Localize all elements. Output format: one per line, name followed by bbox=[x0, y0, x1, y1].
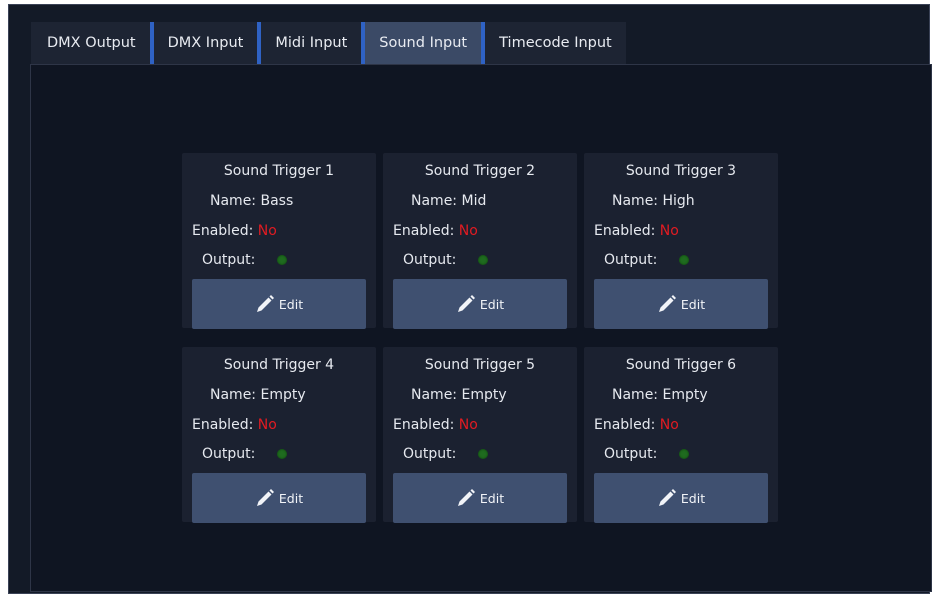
edit-button-label: Edit bbox=[680, 296, 706, 312]
tab-midi-input[interactable]: Midi Input bbox=[257, 22, 362, 64]
sound-trigger-card: Sound Trigger 3 Name: High Enabled: No O… bbox=[584, 153, 778, 329]
name-label: Name: bbox=[411, 387, 462, 403]
edit-button[interactable]: Edit bbox=[594, 473, 768, 523]
trigger-name-row: Name: High bbox=[612, 193, 695, 209]
trigger-enabled-row: Enabled: No bbox=[594, 417, 679, 433]
enabled-status-value: No bbox=[257, 223, 277, 239]
trigger-output-row: Output: bbox=[202, 446, 288, 462]
edit-button[interactable]: Edit bbox=[594, 279, 768, 329]
enabled-status-value: No bbox=[659, 417, 679, 433]
name-label: Name: bbox=[210, 193, 261, 209]
enabled-label: Enabled: bbox=[192, 417, 258, 433]
trigger-name-row: Name: Mid bbox=[411, 193, 486, 209]
name-label: Name: bbox=[210, 387, 261, 403]
status-led-icon bbox=[277, 255, 288, 265]
output-label: Output: bbox=[403, 446, 457, 462]
trigger-title: Sound Trigger 6 bbox=[625, 357, 737, 373]
trigger-name-row: Name: Empty bbox=[411, 387, 507, 403]
trigger-name-value: High bbox=[662, 193, 695, 209]
trigger-title: Sound Trigger 3 bbox=[625, 163, 737, 179]
pencil-icon bbox=[457, 295, 475, 312]
trigger-name-value: Bass bbox=[260, 193, 294, 209]
trigger-title: Sound Trigger 2 bbox=[424, 163, 536, 179]
status-led-icon bbox=[679, 449, 690, 459]
app-window: DMX Output DMX Input Midi Input Sound In… bbox=[8, 4, 932, 594]
edit-button[interactable]: Edit bbox=[192, 279, 366, 329]
pencil-icon bbox=[256, 489, 274, 506]
sound-trigger-card: Sound Trigger 1 Name: Bass Enabled: No O… bbox=[182, 153, 376, 329]
output-label: Output: bbox=[403, 252, 457, 268]
output-label: Output: bbox=[202, 446, 256, 462]
sound-trigger-card: Sound Trigger 5 Name: Empty Enabled: No … bbox=[383, 347, 577, 523]
enabled-label: Enabled: bbox=[192, 223, 258, 239]
trigger-name-value: Empty bbox=[461, 387, 507, 403]
trigger-title: Sound Trigger 1 bbox=[223, 163, 335, 179]
edit-button[interactable]: Edit bbox=[393, 279, 567, 329]
edit-button-label: Edit bbox=[278, 490, 304, 506]
enabled-status-value: No bbox=[458, 417, 478, 433]
trigger-output-row: Output: bbox=[403, 252, 489, 268]
trigger-enabled-row: Enabled: No bbox=[594, 223, 679, 239]
name-label: Name: bbox=[612, 387, 663, 403]
trigger-name-value: Empty bbox=[260, 387, 306, 403]
sound-trigger-card: Sound Trigger 6 Name: Empty Enabled: No … bbox=[584, 347, 778, 523]
tab-dmx-input[interactable]: DMX Input bbox=[149, 22, 258, 64]
pencil-icon bbox=[457, 489, 475, 506]
edit-button-label: Edit bbox=[479, 296, 505, 312]
edit-button[interactable]: Edit bbox=[192, 473, 366, 523]
status-led-icon bbox=[277, 449, 288, 459]
trigger-output-row: Output: bbox=[403, 446, 489, 462]
trigger-name-row: Name: Empty bbox=[210, 387, 306, 403]
edit-button-label: Edit bbox=[680, 490, 706, 506]
output-label: Output: bbox=[604, 446, 658, 462]
sound-trigger-card: Sound Trigger 4 Name: Empty Enabled: No … bbox=[182, 347, 376, 523]
tab-timecode-input[interactable]: Timecode Input bbox=[481, 22, 626, 64]
name-label: Name: bbox=[612, 193, 663, 209]
sound-trigger-card: Sound Trigger 2 Name: Mid Enabled: No Ou… bbox=[383, 153, 577, 329]
enabled-label: Enabled: bbox=[393, 223, 459, 239]
edit-button-label: Edit bbox=[479, 490, 505, 506]
tab-sound-input[interactable]: Sound Input bbox=[361, 22, 482, 64]
trigger-title: Sound Trigger 4 bbox=[223, 357, 335, 373]
trigger-enabled-row: Enabled: No bbox=[393, 417, 478, 433]
tab-bar: DMX Output DMX Input Midi Input Sound In… bbox=[31, 22, 626, 64]
status-led-icon bbox=[478, 449, 489, 459]
pencil-icon bbox=[256, 295, 274, 312]
status-led-icon bbox=[679, 255, 690, 265]
trigger-name-value: Empty bbox=[662, 387, 708, 403]
trigger-name-row: Name: Bass bbox=[210, 193, 293, 209]
tab-dmx-output[interactable]: DMX Output bbox=[31, 22, 150, 64]
trigger-name-value: Mid bbox=[461, 193, 487, 209]
trigger-name-row: Name: Empty bbox=[612, 387, 708, 403]
output-label: Output: bbox=[202, 252, 256, 268]
enabled-status-value: No bbox=[659, 223, 679, 239]
enabled-status-value: No bbox=[257, 417, 277, 433]
pencil-icon bbox=[658, 295, 676, 312]
name-label: Name: bbox=[411, 193, 462, 209]
trigger-enabled-row: Enabled: No bbox=[393, 223, 478, 239]
pencil-icon bbox=[658, 489, 676, 506]
enabled-status-value: No bbox=[458, 223, 478, 239]
trigger-enabled-row: Enabled: No bbox=[192, 223, 277, 239]
enabled-label: Enabled: bbox=[594, 417, 660, 433]
enabled-label: Enabled: bbox=[393, 417, 459, 433]
trigger-title: Sound Trigger 5 bbox=[424, 357, 536, 373]
trigger-output-row: Output: bbox=[604, 446, 690, 462]
sound-input-panel: Sound Trigger 1 Name: Bass Enabled: No O… bbox=[30, 64, 932, 592]
edit-button-label: Edit bbox=[278, 296, 304, 312]
status-led-icon bbox=[478, 255, 489, 265]
output-label: Output: bbox=[604, 252, 658, 268]
edit-button[interactable]: Edit bbox=[393, 473, 567, 523]
trigger-output-row: Output: bbox=[202, 252, 288, 268]
trigger-output-row: Output: bbox=[604, 252, 690, 268]
trigger-enabled-row: Enabled: No bbox=[192, 417, 277, 433]
enabled-label: Enabled: bbox=[594, 223, 660, 239]
